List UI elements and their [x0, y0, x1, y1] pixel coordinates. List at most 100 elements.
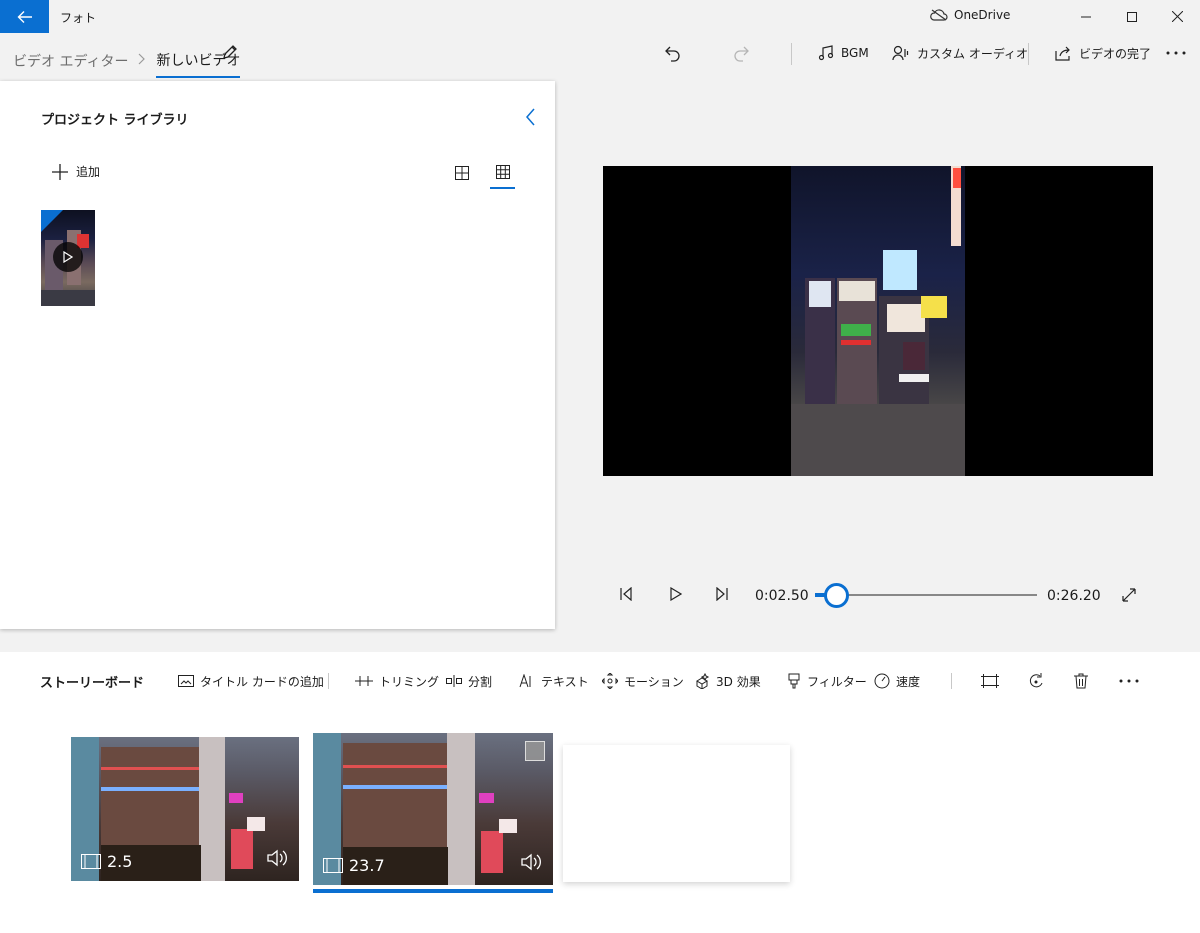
- chevron-left-icon: [526, 108, 535, 126]
- music-note-icon: [818, 45, 834, 61]
- preview-billboard: [839, 281, 875, 301]
- fullscreen-button[interactable]: [1122, 587, 1136, 606]
- grid-small-icon: [495, 165, 510, 179]
- title-card-icon: [178, 675, 194, 687]
- delete-button[interactable]: [1074, 672, 1088, 690]
- step-forward-icon: [716, 586, 728, 602]
- play-button[interactable]: [670, 586, 683, 605]
- speed-label: 速度: [896, 674, 921, 689]
- undo-button[interactable]: [664, 40, 682, 66]
- onedrive-status[interactable]: OneDrive: [930, 8, 1010, 22]
- preview-sign: [841, 340, 871, 345]
- more-icon: [1119, 679, 1139, 683]
- custom-audio-icon: [892, 45, 909, 61]
- redo-icon: [734, 46, 749, 62]
- storyboard-empty-slot[interactable]: [563, 745, 790, 882]
- film-icon: [323, 858, 343, 873]
- cloud-off-icon: [930, 9, 948, 21]
- speed-button[interactable]: 速度: [874, 672, 920, 690]
- trim-button[interactable]: トリミング: [355, 672, 439, 690]
- library-video-thumbnail[interactable]: [41, 210, 95, 306]
- storyboard-clip-selected[interactable]: 23.7: [313, 733, 553, 885]
- clip-building: [343, 743, 453, 848]
- more-icon: [1166, 51, 1186, 55]
- split-icon: [446, 675, 462, 687]
- motion-button[interactable]: モーション: [602, 672, 684, 690]
- thumb-street: [41, 290, 95, 306]
- maximize-button[interactable]: [1109, 0, 1155, 33]
- preview-billboard: [887, 304, 925, 332]
- add-media-button[interactable]: 追加: [52, 163, 100, 180]
- project-library-panel: プロジェクト ライブラリ 追加: [0, 81, 555, 629]
- speedometer-icon: [874, 673, 890, 689]
- 3d-effects-label: 3D 効果: [716, 674, 761, 689]
- minimize-button[interactable]: [1063, 0, 1109, 33]
- speaker-icon: [521, 853, 541, 871]
- split-label: 分割: [468, 674, 493, 689]
- clip-sign: [229, 793, 243, 803]
- close-window-button[interactable]: [1154, 0, 1200, 33]
- clip-volume-button[interactable]: [521, 853, 543, 875]
- large-thumbnails-toggle[interactable]: [455, 165, 469, 184]
- text-label: テキスト: [541, 674, 589, 689]
- 3d-effects-button[interactable]: 3D 効果: [694, 672, 761, 690]
- more-options-button[interactable]: [1166, 40, 1186, 66]
- breadcrumb-video-editor[interactable]: ビデオ エディター: [13, 51, 128, 71]
- clip-volume-button[interactable]: [267, 849, 289, 871]
- storyboard-title: ストーリーボード: [40, 676, 145, 691]
- toolbar-divider: [791, 43, 792, 65]
- video-preview[interactable]: [603, 166, 1153, 476]
- clip-light-strip: [343, 785, 453, 789]
- preview-frame: [791, 166, 965, 476]
- play-overlay-icon: [53, 242, 83, 272]
- trim-icon: [355, 676, 373, 686]
- undo-icon: [665, 46, 680, 62]
- small-thumbnails-toggle[interactable]: [490, 161, 515, 189]
- back-button[interactable]: [0, 0, 49, 33]
- add-label: 追加: [76, 165, 101, 179]
- previous-frame-button[interactable]: [620, 586, 632, 605]
- storyboard-more-button[interactable]: [1119, 672, 1139, 690]
- speaker-icon: [267, 849, 287, 867]
- filter-button[interactable]: フィルター: [787, 672, 867, 690]
- clip-duration-label: 2.5: [107, 852, 133, 871]
- current-time: 0:02.50: [755, 588, 809, 604]
- crop-icon: [981, 674, 999, 688]
- rotate-icon: [1029, 673, 1043, 688]
- custom-audio-button[interactable]: カスタム オーディオ: [892, 40, 1028, 66]
- finish-video-button[interactable]: ビデオの完了: [1055, 40, 1151, 66]
- clip-sign: [231, 829, 253, 869]
- toolbar-divider: [951, 673, 952, 689]
- play-icon: [670, 586, 683, 602]
- 3d-effects-icon: [696, 673, 710, 689]
- clip-select-checkbox[interactable]: [525, 741, 545, 761]
- text-button[interactable]: テキスト: [519, 672, 589, 690]
- trash-icon: [1074, 673, 1088, 689]
- rotate-button[interactable]: [1028, 672, 1046, 690]
- storyboard-clip[interactable]: 2.5: [71, 737, 299, 881]
- trim-label: トリミング: [379, 674, 440, 689]
- motion-icon: [602, 673, 618, 689]
- clip-sign: [479, 793, 494, 803]
- rename-button[interactable]: [221, 43, 239, 65]
- clip-building: [101, 747, 206, 847]
- clip-light: [247, 817, 265, 831]
- redo-button[interactable]: [732, 40, 750, 66]
- onedrive-label: OneDrive: [954, 8, 1011, 22]
- bgm-button[interactable]: BGM: [818, 40, 869, 66]
- add-title-card-button[interactable]: タイトル カードの追加: [178, 672, 324, 690]
- resize-button[interactable]: [981, 672, 999, 690]
- storyboard-panel: ストーリーボード タイトル カードの追加 トリミング 分割 テキスト モーション…: [0, 652, 1200, 933]
- finish-video-label: ビデオの完了: [1079, 46, 1152, 61]
- seek-handle[interactable]: [823, 583, 849, 608]
- collapse-library-button[interactable]: [526, 108, 536, 130]
- next-frame-button[interactable]: [716, 586, 728, 605]
- add-title-card-label: タイトル カードの追加: [200, 674, 324, 689]
- clip-light-strip: [343, 765, 453, 768]
- split-button[interactable]: 分割: [446, 672, 492, 690]
- filter-label: フィルター: [807, 674, 867, 689]
- pencil-icon: [223, 45, 237, 59]
- bgm-label: BGM: [841, 46, 869, 60]
- grid-large-icon: [455, 166, 469, 180]
- clip-pillar: [199, 737, 225, 881]
